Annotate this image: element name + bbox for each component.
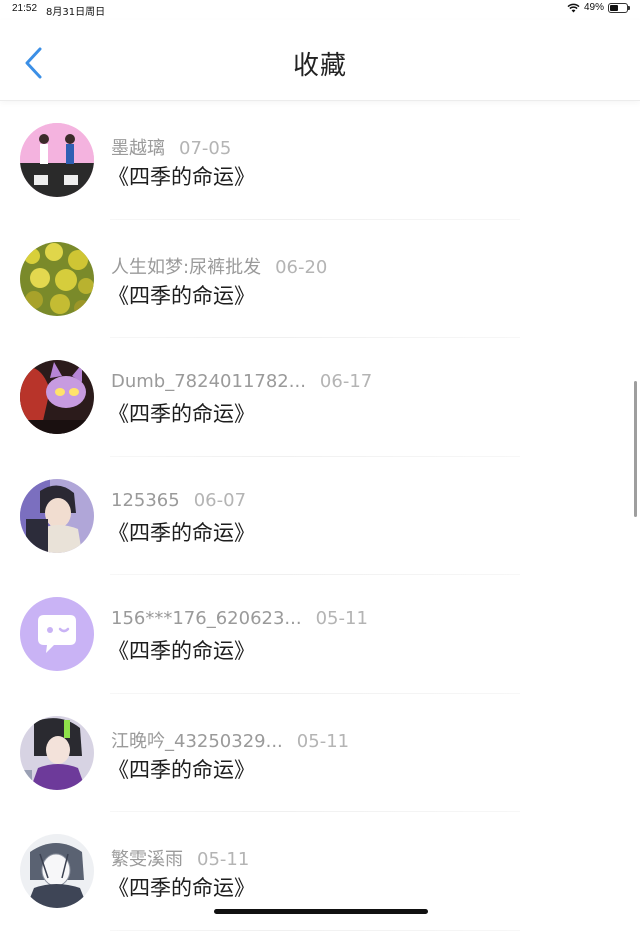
story-title[interactable]: 《四季的命运》 [108, 280, 255, 310]
battery-fill [610, 4, 618, 11]
user-avatar[interactable] [20, 834, 94, 908]
username: 125365 [111, 489, 180, 511]
username: 156***176_620623... [111, 608, 302, 629]
divider [110, 929, 520, 931]
nav-bar: 收藏 [0, 20, 640, 101]
status-right: 49% [567, 2, 630, 13]
story-title[interactable]: 《四季的命运》 [108, 635, 255, 665]
battery-percent: 49% [583, 2, 604, 13]
user-avatar[interactable] [20, 715, 94, 790]
favorite-item[interactable]: 江晚吟_43250329... 05-11 《四季的命运》 [0, 694, 640, 812]
favorite-item[interactable]: 墨越璃 07-05 《四季的命运》 [0, 101, 640, 220]
story-title[interactable]: 《四季的命运》 [108, 872, 255, 902]
favorite-meta: 繁雯溪雨 05-11 [111, 845, 249, 871]
favorite-date: 05-11 [315, 608, 368, 629]
story-title[interactable]: 《四季的命运》 [108, 398, 255, 428]
favorite-meta: 人生如梦:尿裤批发 06-20 [111, 253, 327, 279]
favorite-date: 07-05 [179, 138, 232, 159]
story-title[interactable]: 《四季的命运》 [108, 161, 255, 191]
favorite-item[interactable]: 人生如梦:尿裤批发 06-20 《四季的命运》 [0, 220, 640, 338]
scrollbar[interactable] [634, 381, 637, 517]
username: 墨越璃 [111, 138, 165, 159]
favorite-date: 06-20 [275, 256, 328, 278]
favorite-date: 05-11 [296, 730, 350, 752]
favorites-list: 墨越璃 07-05 《四季的命运》 人生如梦:尿裤批发 06-20 《四季的命运》 Du… [0, 101, 640, 931]
user-avatar[interactable] [20, 123, 94, 197]
favorite-item[interactable]: 125365 06-07 《四季的命运》 [0, 457, 640, 575]
user-avatar[interactable] [20, 478, 94, 553]
favorite-date: 05-11 [197, 849, 250, 870]
username: 繁雯溪雨 [111, 849, 183, 870]
user-avatar[interactable] [20, 597, 94, 671]
username: 人生如梦:尿裤批发 [111, 256, 262, 278]
favorite-date: 06-07 [193, 489, 247, 511]
home-indicator[interactable] [214, 909, 428, 914]
status-bar: 21:52 8月31日周日 49% [0, 0, 640, 20]
battery-icon [608, 2, 630, 13]
username: Dumb_7824011782... [111, 371, 306, 392]
story-title[interactable]: 《四季的命运》 [108, 754, 255, 784]
favorite-item[interactable]: 156***176_620623... 05-11 《四季的命运》 [0, 575, 640, 694]
favorite-meta: 125365 06-07 [111, 490, 246, 511]
favorite-meta: 墨越璃 07-05 [111, 134, 231, 160]
favorite-date: 06-17 [319, 371, 373, 392]
wifi-icon [567, 3, 580, 12]
favorite-item[interactable]: Dumb_7824011782... 06-17 《四季的命运》 [0, 338, 640, 457]
page-title: 收藏 [292, 51, 347, 81]
user-avatar[interactable] [20, 360, 94, 434]
story-title[interactable]: 《四季的命运》 [108, 517, 255, 547]
favorite-meta: Dumb_7824011782... 06-17 [111, 371, 372, 392]
status-time: 21:52 [12, 3, 38, 14]
favorite-meta: 156***176_620623... 05-11 [111, 608, 368, 629]
username: 江晚吟_43250329... [111, 730, 283, 752]
status-date: 8月31日周日 [46, 7, 106, 18]
user-avatar[interactable] [20, 241, 94, 316]
favorite-meta: 江晚吟_43250329... 05-11 [111, 727, 349, 753]
